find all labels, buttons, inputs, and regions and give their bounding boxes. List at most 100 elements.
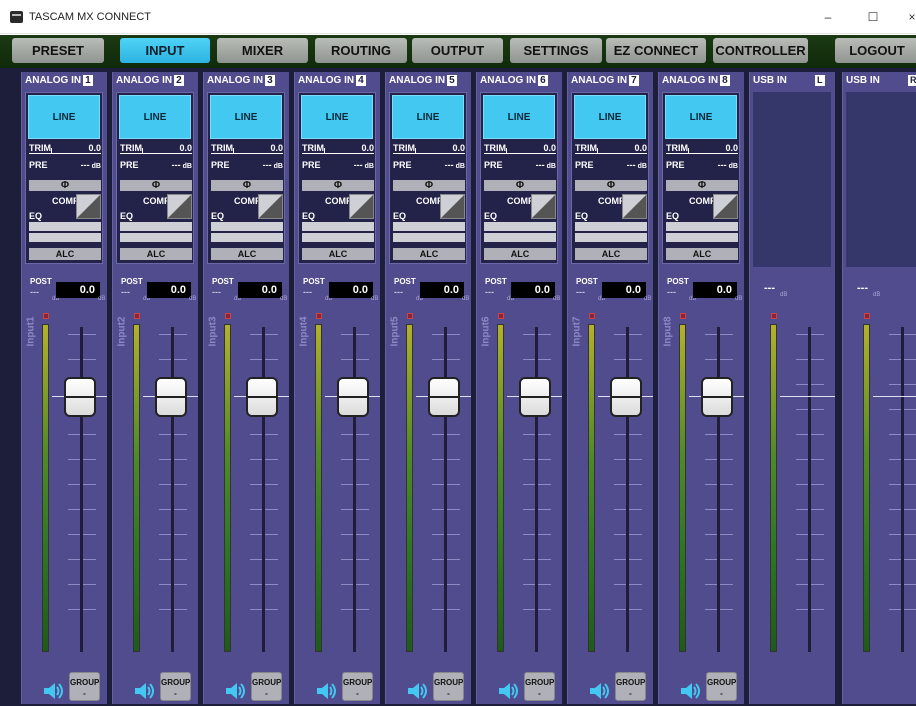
trim-row[interactable]: TRIM 0.0 bbox=[575, 143, 647, 154]
group-button[interactable]: GROUP - bbox=[524, 672, 555, 701]
channel-name[interactable]: Input1 bbox=[26, 317, 37, 347]
phase-button[interactable]: Φ bbox=[302, 180, 374, 191]
speaker-icon[interactable] bbox=[588, 680, 610, 702]
eq-bar[interactable] bbox=[575, 222, 647, 231]
eq-bar[interactable] bbox=[484, 222, 556, 231]
post-fader-value[interactable]: 0.0 bbox=[238, 282, 282, 298]
tab-routing[interactable]: ROUTING bbox=[315, 38, 407, 63]
line-button[interactable]: LINE bbox=[119, 95, 191, 139]
speaker-icon[interactable] bbox=[679, 680, 701, 702]
eq-bar[interactable] bbox=[666, 222, 738, 231]
fader-knob[interactable] bbox=[519, 377, 551, 417]
close-button[interactable]: × bbox=[897, 7, 916, 27]
logout-button[interactable]: LOGOUT bbox=[835, 38, 916, 63]
post-fader-value[interactable]: 0.0 bbox=[602, 282, 646, 298]
eq-bar[interactable] bbox=[211, 222, 283, 231]
channel-name[interactable]: Input6 bbox=[481, 317, 492, 347]
channel-name[interactable]: Input5 bbox=[390, 317, 401, 347]
group-button[interactable]: GROUP - bbox=[615, 672, 646, 701]
tab-controller[interactable]: CONTROLLER bbox=[713, 38, 808, 63]
tab-ez-connect[interactable]: EZ CONNECT bbox=[606, 38, 706, 63]
channel-name[interactable]: Input3 bbox=[208, 317, 219, 347]
alc-button[interactable]: ALC bbox=[29, 248, 101, 260]
line-button[interactable]: LINE bbox=[483, 95, 555, 139]
comp-graph[interactable] bbox=[167, 194, 192, 219]
fader-knob[interactable] bbox=[246, 377, 278, 417]
eq-bar[interactable] bbox=[29, 233, 101, 242]
trim-row[interactable]: TRIM 0.0 bbox=[302, 143, 374, 154]
eq-bar[interactable] bbox=[302, 233, 374, 242]
channel-name[interactable]: Input2 bbox=[117, 317, 128, 347]
group-button[interactable]: GROUP - bbox=[251, 672, 282, 701]
fader-knob[interactable] bbox=[428, 377, 460, 417]
fader-knob[interactable] bbox=[64, 377, 96, 417]
eq-bar[interactable] bbox=[302, 222, 374, 231]
speaker-icon[interactable] bbox=[406, 680, 428, 702]
comp-graph[interactable] bbox=[622, 194, 647, 219]
minimize-button[interactable]: – bbox=[813, 7, 843, 27]
channel-name[interactable]: Input4 bbox=[299, 317, 310, 347]
phase-button[interactable]: Φ bbox=[211, 180, 283, 191]
speaker-icon[interactable] bbox=[42, 680, 64, 702]
comp-graph[interactable] bbox=[349, 194, 374, 219]
eq-bar[interactable] bbox=[575, 233, 647, 242]
eq-bar[interactable] bbox=[484, 233, 556, 242]
group-button[interactable]: GROUP - bbox=[342, 672, 373, 701]
fader-knob[interactable] bbox=[337, 377, 369, 417]
group-button[interactable]: GROUP - bbox=[706, 672, 737, 701]
speaker-icon[interactable] bbox=[497, 680, 519, 702]
alc-button[interactable]: ALC bbox=[393, 248, 465, 260]
alc-button[interactable]: ALC bbox=[575, 248, 647, 260]
line-button[interactable]: LINE bbox=[301, 95, 373, 139]
channel-name[interactable]: Input8 bbox=[663, 317, 674, 347]
comp-graph[interactable] bbox=[258, 194, 283, 219]
maximize-button[interactable]: ☐ bbox=[858, 7, 888, 27]
eq-bar[interactable] bbox=[666, 233, 738, 242]
phase-button[interactable]: Φ bbox=[666, 180, 738, 191]
alc-button[interactable]: ALC bbox=[484, 248, 556, 260]
comp-graph[interactable] bbox=[531, 194, 556, 219]
eq-bar[interactable] bbox=[29, 222, 101, 231]
tab-output[interactable]: OUTPUT bbox=[412, 38, 503, 63]
alc-button[interactable]: ALC bbox=[302, 248, 374, 260]
trim-row[interactable]: TRIM 0.0 bbox=[120, 143, 192, 154]
tab-preset[interactable]: PRESET bbox=[12, 38, 104, 63]
eq-bar[interactable] bbox=[120, 233, 192, 242]
post-fader-value[interactable]: 0.0 bbox=[329, 282, 373, 298]
phase-button[interactable]: Φ bbox=[575, 180, 647, 191]
line-button[interactable]: LINE bbox=[392, 95, 464, 139]
tab-mixer[interactable]: MIXER bbox=[217, 38, 308, 63]
post-fader-value[interactable]: 0.0 bbox=[511, 282, 555, 298]
line-button[interactable]: LINE bbox=[665, 95, 737, 139]
alc-button[interactable]: ALC bbox=[120, 248, 192, 260]
speaker-icon[interactable] bbox=[224, 680, 246, 702]
post-fader-value[interactable]: 0.0 bbox=[420, 282, 464, 298]
line-button[interactable]: LINE bbox=[574, 95, 646, 139]
trim-row[interactable]: TRIM 0.0 bbox=[393, 143, 465, 154]
phase-button[interactable]: Φ bbox=[120, 180, 192, 191]
eq-bar[interactable] bbox=[211, 233, 283, 242]
channel-name[interactable]: Input7 bbox=[572, 317, 583, 347]
speaker-icon[interactable] bbox=[315, 680, 337, 702]
phase-button[interactable]: Φ bbox=[393, 180, 465, 191]
post-fader-value[interactable]: 0.0 bbox=[56, 282, 100, 298]
fader-knob[interactable] bbox=[701, 377, 733, 417]
trim-row[interactable]: TRIM 0.0 bbox=[484, 143, 556, 154]
speaker-icon[interactable] bbox=[133, 680, 155, 702]
tab-input[interactable]: INPUT bbox=[120, 38, 210, 63]
phase-button[interactable]: Φ bbox=[484, 180, 556, 191]
comp-graph[interactable] bbox=[76, 194, 101, 219]
post-fader-value[interactable]: 0.0 bbox=[693, 282, 737, 298]
phase-button[interactable]: Φ bbox=[29, 180, 101, 191]
trim-row[interactable]: TRIM 0.0 bbox=[666, 143, 738, 154]
group-button[interactable]: GROUP - bbox=[160, 672, 191, 701]
eq-bar[interactable] bbox=[393, 222, 465, 231]
alc-button[interactable]: ALC bbox=[666, 248, 738, 260]
tab-settings[interactable]: SETTINGS bbox=[510, 38, 602, 63]
comp-graph[interactable] bbox=[713, 194, 738, 219]
line-button[interactable]: LINE bbox=[28, 95, 100, 139]
group-button[interactable]: GROUP - bbox=[69, 672, 100, 701]
group-button[interactable]: GROUP - bbox=[433, 672, 464, 701]
eq-bar[interactable] bbox=[120, 222, 192, 231]
trim-row[interactable]: TRIM 0.0 bbox=[211, 143, 283, 154]
